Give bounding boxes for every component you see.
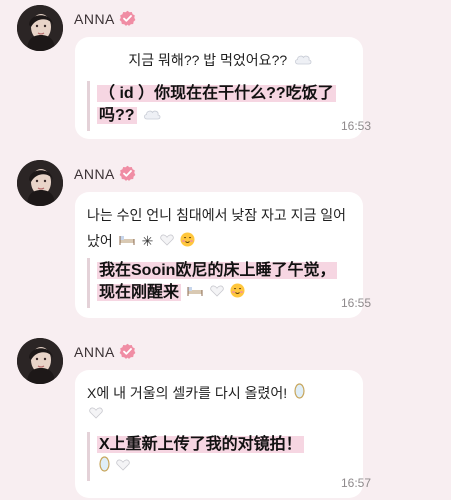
avatar[interactable] xyxy=(17,5,63,51)
sender-label: ANNA xyxy=(74,343,115,360)
smile-icon xyxy=(180,232,195,252)
translation-block: 我在Sooin欧尼的床上睡了午觉，现在刚醒来 xyxy=(87,258,353,308)
message-text: 지금 뭐해?? 밥 먹었어요?? xyxy=(128,52,288,68)
mirror-icon xyxy=(293,383,305,404)
verified-badge-icon xyxy=(119,165,136,182)
mirror-icon xyxy=(99,456,110,477)
white-heart-icon xyxy=(116,458,131,476)
message-time: 16:57 xyxy=(340,476,371,490)
cloud-icon xyxy=(294,52,312,70)
message-time: 16:53 xyxy=(340,119,371,133)
avatar-image xyxy=(17,160,63,206)
translation-text: X上重新上传了我的对镜拍！ xyxy=(97,436,304,454)
message-bubble[interactable]: X에 내 거울의 셀카를 다시 올렸어! X上重新上传了我的对镜拍！ xyxy=(75,370,363,498)
message-bubble[interactable]: 지금 뭐해?? 밥 먹었어요?? （ id ）你现在在干什么??吃饭了吗?? xyxy=(75,37,363,139)
verified-badge-icon xyxy=(119,343,136,360)
sender-name: ANNA xyxy=(74,165,136,182)
sparkle-icon: ✳ xyxy=(141,233,154,250)
white-heart-icon xyxy=(89,406,103,424)
message-bubble[interactable]: 나는 수인 언니 침대에서 낮잠 자고 지금 일어났어 ✳ 我在Sooin欧尼的… xyxy=(75,192,363,318)
white-heart-icon xyxy=(160,233,174,251)
avatar[interactable] xyxy=(17,338,63,384)
translation-text: （ id ）你现在在干什么??吃饭了吗?? xyxy=(97,85,336,124)
sender-name: ANNA xyxy=(74,10,136,27)
translation-block: （ id ）你现在在干什么??吃饭了吗?? xyxy=(87,81,353,131)
sender-label: ANNA xyxy=(74,10,115,27)
cloud-icon xyxy=(143,107,161,125)
smile-icon xyxy=(230,283,245,303)
message-time: 16:55 xyxy=(340,296,371,310)
message-text: X에 내 거울의 셀카를 다시 올렸어! xyxy=(87,385,288,401)
verified-badge-icon xyxy=(119,10,136,27)
sender-label: ANNA xyxy=(74,165,115,182)
white-heart-icon xyxy=(210,284,224,302)
avatar-image xyxy=(17,338,63,384)
avatar-image xyxy=(17,5,63,51)
avatar[interactable] xyxy=(17,160,63,206)
bed-icon xyxy=(187,284,203,302)
sender-name: ANNA xyxy=(74,343,136,360)
bed-icon xyxy=(119,233,135,251)
translation-block: X上重新上传了我的对镜拍！ xyxy=(87,432,353,482)
